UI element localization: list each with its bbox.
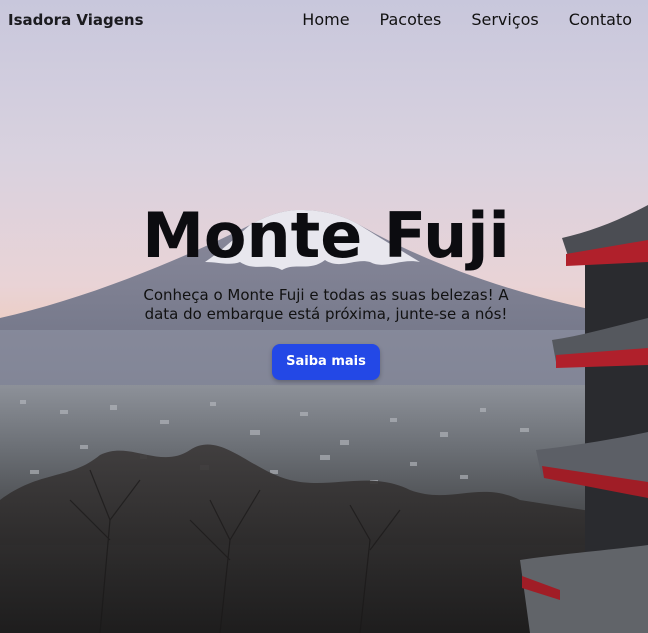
nav-link-pacotes[interactable]: Pacotes [380, 10, 442, 29]
hero-description: Conheça o Monte Fuji e todas as suas bel… [143, 286, 509, 323]
saiba-mais-button[interactable]: Saiba mais [272, 344, 380, 380]
brand-logo-text[interactable]: Isadora Viagens [8, 11, 144, 29]
hero-section: Monte Fuji Conheça o Monte Fuji e todas … [0, 200, 648, 380]
nav-link-home[interactable]: Home [302, 10, 349, 29]
landing-page: Isadora Viagens Home Pacotes Serviços Co… [0, 0, 648, 633]
nav-link-contato[interactable]: Contato [569, 10, 632, 29]
nav-link-servicos[interactable]: Serviços [471, 10, 538, 29]
nav-links: Home Pacotes Serviços Contato [302, 10, 632, 29]
top-navbar: Isadora Viagens Home Pacotes Serviços Co… [0, 0, 648, 42]
hero-title: Monte Fuji [142, 199, 510, 272]
